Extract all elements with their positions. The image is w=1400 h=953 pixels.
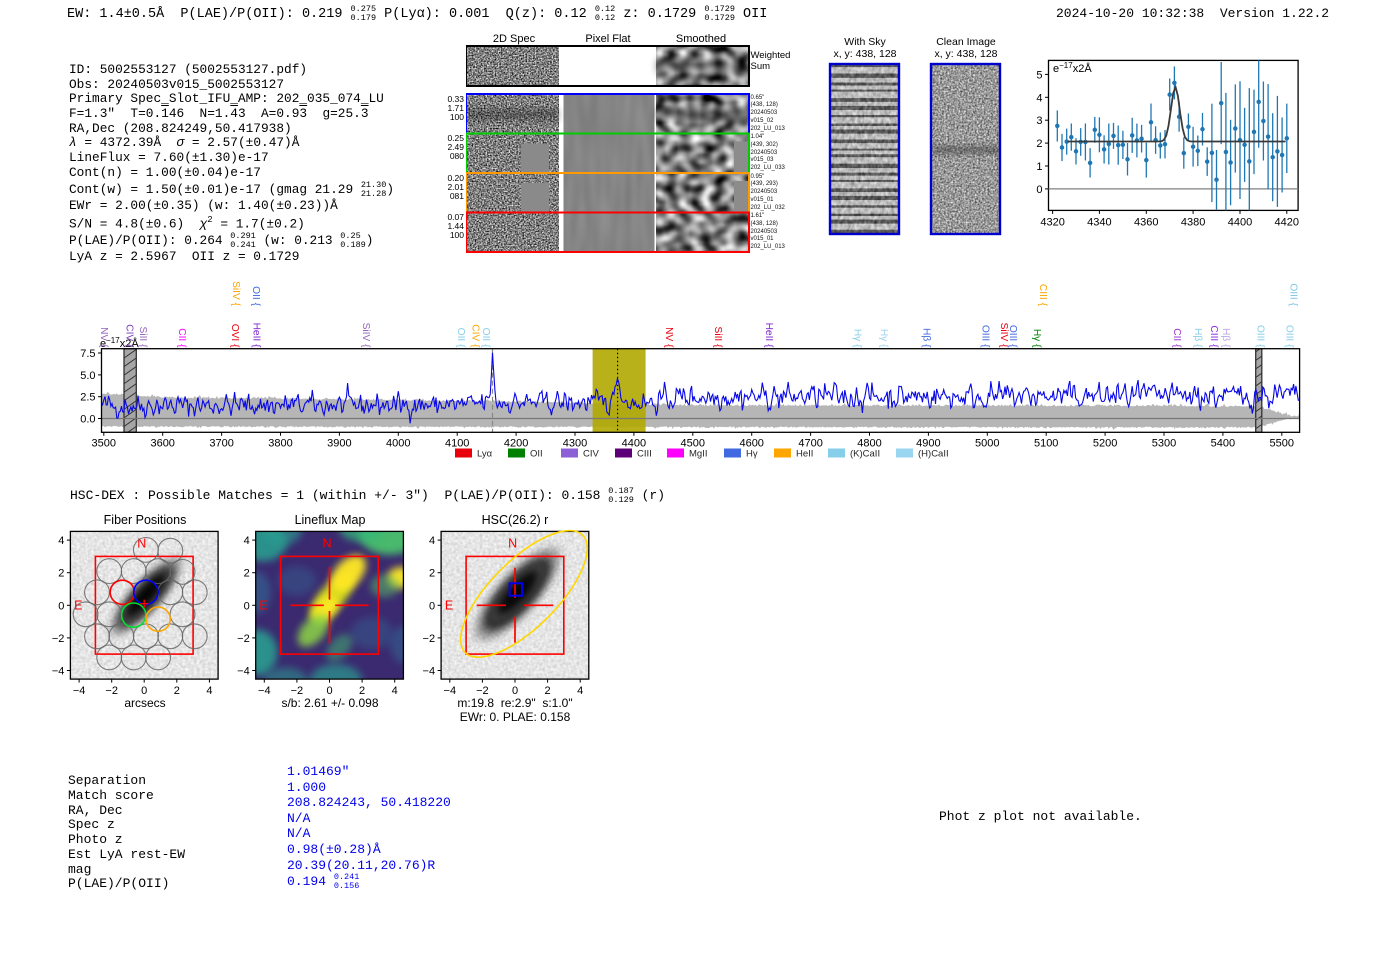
svg-text:4800: 4800	[857, 437, 881, 449]
svg-text:4: 4	[58, 535, 64, 547]
svg-text:4: 4	[1036, 92, 1042, 104]
svg-text:OIII {: OIII {	[1283, 325, 1294, 348]
svg-text:SiIV {: SiIV {	[230, 281, 241, 307]
svg-text:3700: 3700	[209, 437, 233, 449]
svg-text:CIII {: CIII {	[1037, 284, 1048, 307]
svg-text:5200: 5200	[1093, 437, 1117, 449]
svg-text:SiII {: SiII {	[137, 327, 148, 349]
svg-text:(H)CaII: (H)CaII	[918, 449, 949, 460]
svg-text:4900: 4900	[916, 437, 940, 449]
svg-text:3500: 3500	[92, 437, 116, 449]
svg-text:E: E	[74, 598, 82, 612]
svg-text:5500: 5500	[1270, 437, 1294, 449]
svg-text:Hγ: Hγ	[746, 449, 758, 460]
svg-text:−2: −2	[237, 633, 250, 645]
svg-text:CIII: CIII	[637, 449, 652, 460]
svg-text:HeII {: HeII {	[763, 323, 774, 349]
svg-text:CIV {: CIV {	[469, 324, 480, 348]
svg-text:Hβ {: Hβ {	[920, 328, 931, 348]
svg-text:3900: 3900	[327, 437, 351, 449]
svg-text:OIII {: OIII {	[1287, 283, 1298, 306]
svg-text:SiIV {: SiIV {	[360, 323, 371, 349]
svg-text:7.5: 7.5	[80, 348, 95, 360]
svg-text:HeII {: HeII {	[250, 323, 261, 349]
svg-text:4400: 4400	[622, 437, 646, 449]
svg-text:CII {: CII {	[1171, 328, 1182, 348]
svg-text:OII: OII	[530, 449, 543, 460]
svg-text:4: 4	[429, 535, 435, 547]
svg-text:OIII {: OIII {	[1254, 325, 1265, 348]
svg-text:−2: −2	[423, 633, 436, 645]
svg-text:4700: 4700	[798, 437, 822, 449]
svg-text:4100: 4100	[445, 437, 469, 449]
svg-text:5300: 5300	[1152, 437, 1176, 449]
svg-text:Hβ {: Hβ {	[1192, 328, 1203, 348]
svg-text:N: N	[323, 537, 332, 551]
svg-text:CIV: CIV	[583, 449, 600, 460]
svg-text:CII {: CII {	[176, 328, 187, 348]
svg-text:4200: 4200	[504, 437, 528, 449]
svg-text:OII {: OII {	[455, 328, 466, 348]
svg-text:4500: 4500	[681, 437, 705, 449]
svg-text:5.0: 5.0	[80, 370, 95, 382]
svg-text:4400: 4400	[1228, 216, 1252, 228]
svg-text:0: 0	[429, 600, 435, 612]
svg-text:Hγ {: Hγ {	[851, 329, 862, 348]
svg-text:0: 0	[1036, 184, 1042, 196]
svg-text:E: E	[259, 598, 267, 612]
svg-text:NV {: NV {	[98, 327, 109, 348]
svg-text:N: N	[508, 537, 517, 551]
svg-text:2: 2	[58, 568, 64, 580]
svg-text:NV {: NV {	[663, 327, 674, 348]
svg-text:3: 3	[1036, 115, 1042, 127]
svg-text:−4: −4	[237, 666, 250, 678]
svg-text:5100: 5100	[1034, 437, 1058, 449]
svg-text:−2: −2	[52, 633, 65, 645]
svg-text:SiII {: SiII {	[712, 327, 723, 349]
svg-text:2.5: 2.5	[80, 392, 95, 404]
svg-text:4000: 4000	[386, 437, 410, 449]
svg-text:4300: 4300	[563, 437, 587, 449]
svg-text:e−17x2Å: e−17x2Å	[1053, 61, 1092, 75]
svg-text:E: E	[445, 598, 453, 612]
svg-text:Hγ {: Hγ {	[1031, 329, 1042, 348]
svg-text:CIII {: CIII {	[1208, 325, 1219, 348]
svg-text:5: 5	[1036, 69, 1042, 81]
svg-text:MgII: MgII	[689, 449, 707, 460]
svg-text:(K)CaII: (K)CaII	[850, 449, 880, 460]
svg-text:HeII: HeII	[796, 449, 813, 460]
svg-text:OII {: OII {	[250, 286, 261, 306]
svg-text:4340: 4340	[1087, 216, 1111, 228]
svg-text:3600: 3600	[150, 437, 174, 449]
svg-text:4: 4	[244, 535, 250, 547]
svg-text:OIII {: OIII {	[979, 325, 990, 348]
svg-text:4600: 4600	[739, 437, 763, 449]
svg-text:5400: 5400	[1211, 437, 1235, 449]
svg-text:4360: 4360	[1134, 216, 1158, 228]
svg-text:OVI {: OVI {	[229, 324, 240, 348]
svg-text:Hγ {: Hγ {	[878, 329, 889, 348]
svg-text:5000: 5000	[975, 437, 999, 449]
svg-text:Hβ {: Hβ {	[1220, 328, 1231, 348]
svg-text:4380: 4380	[1181, 216, 1205, 228]
svg-text:4420: 4420	[1275, 216, 1299, 228]
svg-text:−4: −4	[52, 666, 65, 678]
svg-text:3800: 3800	[268, 437, 292, 449]
svg-text:2: 2	[1036, 138, 1042, 150]
svg-text:4320: 4320	[1040, 216, 1064, 228]
svg-text:−4: −4	[423, 666, 436, 678]
svg-text:Lyα: Lyα	[477, 449, 493, 460]
svg-text:0: 0	[58, 600, 64, 612]
svg-text:1: 1	[1036, 161, 1042, 173]
svg-text:OII {: OII {	[480, 328, 491, 348]
svg-text:2: 2	[429, 568, 435, 580]
svg-text:CIV {: CIV {	[123, 324, 134, 348]
svg-text:0: 0	[244, 600, 250, 612]
svg-text:2: 2	[244, 568, 250, 580]
svg-text:OIII {: OIII {	[1007, 325, 1018, 348]
svg-text:0.0: 0.0	[80, 414, 95, 426]
